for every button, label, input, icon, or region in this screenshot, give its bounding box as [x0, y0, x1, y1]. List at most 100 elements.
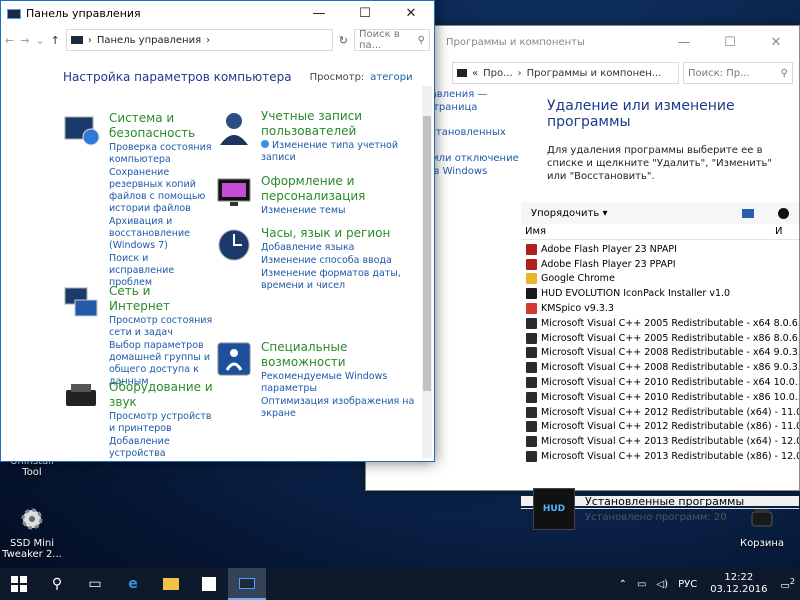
desktop-icon-ssd-tweaker[interactable]: SSD Mini Tweaker 2... [0, 503, 64, 560]
category-title[interactable]: Оборудование и звук [109, 380, 213, 410]
help-icon[interactable] [778, 207, 789, 219]
programs-footer: HUD Установленные программы Установлено … [521, 488, 799, 530]
program-row[interactable]: Microsoft Visual C++ 2010 Redistributabl… [521, 375, 799, 390]
program-name: Adobe Flash Player 23 PPAPI [541, 258, 676, 270]
program-row[interactable]: Microsoft Visual C++ 2012 Redistributabl… [521, 405, 799, 420]
program-row[interactable]: Microsoft Visual C++ 2005 Redistributabl… [521, 331, 799, 346]
column-name[interactable]: Имя [525, 226, 775, 237]
footer-count: Установлено программ: 20 [585, 512, 727, 523]
address-field[interactable]: › Панель управления › [65, 29, 333, 51]
category-link[interactable]: Просмотр устройств и принтеров [109, 411, 213, 435]
time: 12:22 [724, 572, 754, 583]
program-row[interactable]: Microsoft Visual C++ 2013 Redistributabl… [521, 449, 799, 464]
maximize-button[interactable]: ☐ [707, 26, 753, 58]
category-link[interactable]: Сохранение резервных копий файлов с помо… [109, 167, 213, 215]
category-link[interactable]: Рекомендуемые Windows параметры [261, 371, 415, 395]
program-name: Microsoft Visual C++ 2005 Redistributabl… [541, 332, 799, 344]
address-bar: ← → ⌄ ↑ › Панель управления › ↻ Поиск в … [1, 26, 434, 54]
vertical-scrollbar[interactable] [422, 86, 432, 458]
breadcrumb-item[interactable]: Панель управления [97, 35, 201, 46]
program-row[interactable]: Microsoft Visual C++ 2008 Redistributabl… [521, 346, 799, 361]
program-icon [526, 288, 537, 300]
notification-center-icon[interactable]: ▭2 [780, 577, 795, 591]
category-link[interactable]: Оптимизация изображения на экране [261, 396, 415, 420]
control-panel-titlebar[interactable]: Панель управления — ☐ ✕ [1, 1, 434, 26]
column-publisher[interactable]: И [775, 226, 782, 237]
category-link[interactable]: Изменение типа учетной записи [261, 140, 415, 164]
category-link[interactable]: Изменение способа ввода [261, 255, 415, 267]
breadcrumb-item[interactable]: « [472, 68, 478, 79]
category-system-security: Система и безопасность Проверка состояни… [63, 111, 213, 289]
program-row[interactable]: Microsoft Visual C++ 2012 Redistributabl… [521, 420, 799, 435]
start-button[interactable] [0, 568, 38, 600]
program-row[interactable]: Microsoft Visual C++ 2005 Redistributabl… [521, 316, 799, 331]
category-link[interactable]: Добавление устройства [109, 436, 213, 460]
category-link[interactable]: Изменение форматов даты, времени и чисел [261, 268, 415, 292]
program-icon [526, 332, 537, 344]
organize-button[interactable]: Упорядочить ▾ [531, 208, 607, 219]
column-header[interactable]: Имя И [521, 224, 799, 240]
program-row[interactable]: Microsoft Visual C++ 2008 Redistributabl… [521, 360, 799, 375]
shield-small-icon [261, 140, 269, 148]
program-row[interactable]: Microsoft Visual C++ 2010 Redistributabl… [521, 390, 799, 405]
program-row[interactable]: Google Chrome [521, 272, 799, 287]
category-title[interactable]: Сеть и Интернет [109, 284, 213, 314]
category-title[interactable]: Специальные возможности [261, 340, 415, 370]
search-icon[interactable]: ⚲ [38, 568, 76, 600]
category-title[interactable]: Учетные записи пользователей [261, 109, 415, 139]
category-link[interactable]: Добавление языка [261, 242, 415, 254]
minimize-button[interactable]: — [296, 1, 342, 26]
search-icon: ⚲ [780, 67, 788, 79]
category-title[interactable]: Оформление и персонализация [261, 174, 415, 204]
refresh-icon[interactable]: ↻ [339, 34, 348, 47]
category-link[interactable]: Проверка состояния компьютера [109, 142, 213, 166]
category-link[interactable]: Архивация и восстановление (Windows 7) [109, 216, 213, 252]
close-button[interactable]: ✕ [388, 1, 434, 26]
program-row[interactable]: Microsoft Visual C++ 2013 Redistributabl… [521, 434, 799, 449]
edge-icon[interactable]: e [114, 568, 152, 600]
search-input[interactable]: Поиск в па... ⚲ [354, 29, 430, 51]
program-row[interactable]: KMSpico v9.3.3 [521, 301, 799, 316]
program-row[interactable]: HUD EVOLUTION IconPack Installer v1.0 [521, 286, 799, 301]
forward-icon[interactable]: → [20, 34, 29, 47]
program-icon [526, 243, 537, 255]
folder-icon [457, 69, 467, 77]
program-row[interactable]: Adobe Flash Player 23 PPAPI [521, 257, 799, 272]
search-input[interactable]: Поиск: Пр... ⚲ [683, 62, 793, 84]
program-name: Google Chrome [541, 273, 615, 285]
category-title[interactable]: Система и безопасность [109, 111, 213, 141]
maximize-button[interactable]: ☐ [342, 1, 388, 26]
view-by-dropdown[interactable]: атегори [370, 72, 412, 83]
volume-icon[interactable]: ◁) [656, 579, 668, 590]
store-icon[interactable] [190, 568, 228, 600]
chevron-up-icon[interactable]: ⌃ [619, 579, 627, 590]
scrollbar-thumb[interactable] [423, 116, 431, 391]
control-panel-icon [7, 8, 21, 19]
category-title[interactable]: Часы, язык и регион [261, 226, 415, 241]
breadcrumb-item[interactable]: Программы и компонен... [527, 68, 662, 79]
control-panel-taskbar-icon[interactable] [228, 568, 266, 600]
breadcrumb-item[interactable]: Про... [483, 68, 513, 79]
close-button[interactable]: ✕ [753, 26, 799, 58]
file-explorer-icon[interactable] [152, 568, 190, 600]
program-icon [526, 406, 537, 418]
up-icon[interactable]: ↑ [51, 34, 60, 47]
network-icon [63, 284, 101, 322]
control-panel-window[interactable]: Панель управления — ☐ ✕ ← → ⌄ ↑ › Панель… [0, 0, 435, 462]
category-link[interactable]: Просмотр состояния сети и задач [109, 315, 213, 339]
address-field[interactable]: « Про... › Программы и компонен... [452, 62, 679, 84]
view-label: Просмотр: [309, 71, 365, 83]
task-view-icon[interactable]: ▭ [76, 568, 114, 600]
program-name: HUD EVOLUTION IconPack Installer v1.0 [541, 288, 731, 300]
back-icon[interactable]: ← [5, 34, 14, 47]
category-link[interactable]: Изменение темы [261, 205, 415, 217]
network-icon[interactable]: ▭ [637, 579, 646, 590]
program-row[interactable]: Adobe Flash Player 23 NPAPI [521, 242, 799, 257]
view-options-icon[interactable] [742, 208, 754, 218]
programs-main: Удаление или изменение программы Для уда… [521, 88, 799, 530]
program-name: Microsoft Visual C++ 2013 Redistributabl… [541, 451, 799, 463]
clock[interactable]: 12:22 03.12.2016 [710, 572, 767, 596]
chevron-down-icon[interactable]: ⌄ [35, 34, 44, 47]
language-indicator[interactable]: РУС [678, 579, 697, 590]
minimize-button[interactable]: — [661, 26, 707, 58]
